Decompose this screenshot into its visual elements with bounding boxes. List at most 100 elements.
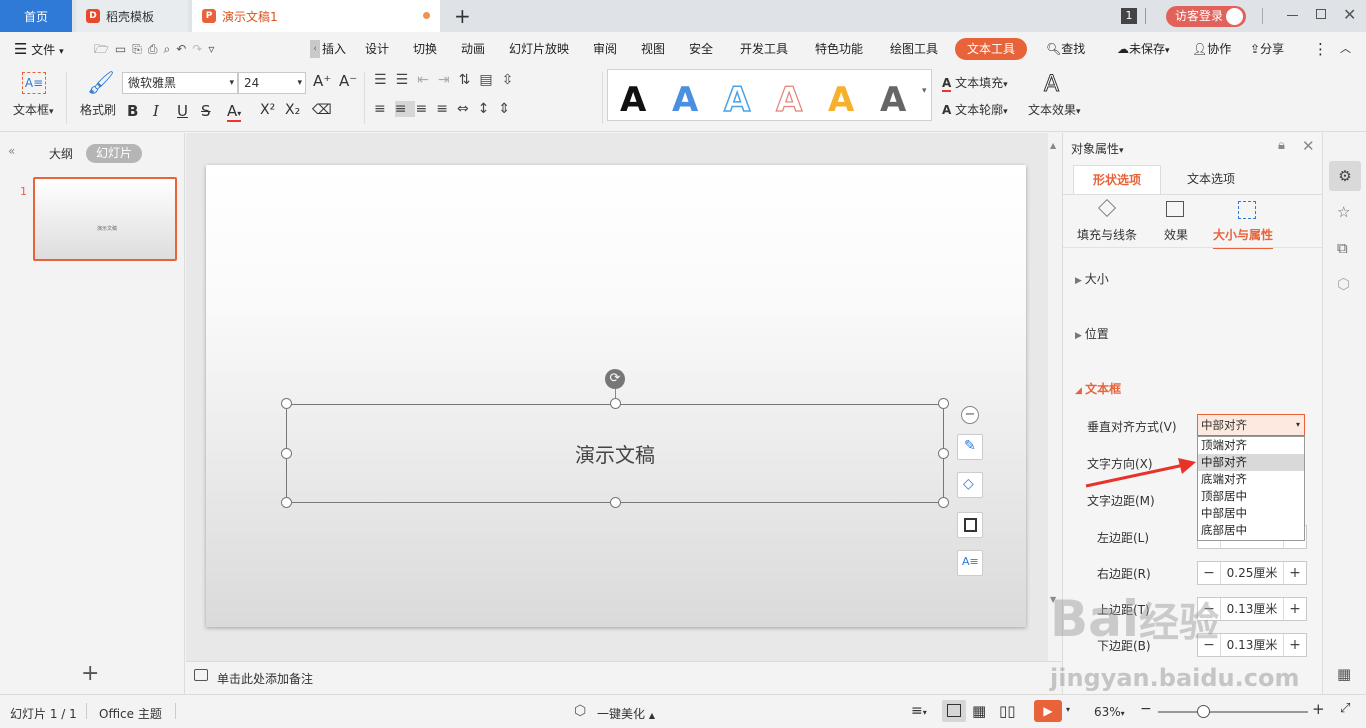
- notes-toggle-icon[interactable]: ≡▾: [911, 703, 927, 719]
- close-panel-icon[interactable]: ✕: [1302, 137, 1315, 155]
- resize-handle[interactable]: [281, 497, 292, 508]
- style-blue-outline-icon[interactable]: A: [723, 79, 751, 121]
- section-position[interactable]: ▶ 位置: [1075, 325, 1109, 342]
- zoom-out-icon[interactable]: −: [1140, 701, 1152, 717]
- resize-handle[interactable]: [938, 398, 949, 409]
- text-style-gallery[interactable]: A A A A A A ▾: [607, 69, 932, 121]
- tab-document[interactable]: P 演示文稿1: [192, 0, 440, 32]
- tab-text-options[interactable]: 文本选项: [1161, 165, 1261, 195]
- play-options-icon[interactable]: ▾: [1066, 705, 1070, 714]
- fit-window-icon[interactable]: ⤢: [1340, 701, 1350, 716]
- share-button[interactable]: ⇪分享: [1250, 32, 1284, 66]
- valign-dropdown-list[interactable]: 顶端对齐 中部对齐 底端对齐 顶部居中 中部居中 底部居中: [1197, 436, 1305, 541]
- textbox-button[interactable]: 文本框▾: [13, 101, 54, 118]
- sorter-view-icon[interactable]: ▦: [972, 702, 986, 720]
- section-textbox[interactable]: ◢ 文本框: [1075, 380, 1121, 397]
- selected-textbox[interactable]: 演示文稿: [286, 404, 944, 503]
- save-icon[interactable]: ▭: [115, 42, 132, 56]
- font-family-select[interactable]: 微软雅黑 ▾: [122, 72, 238, 94]
- align-right-icon[interactable]: ≡: [415, 101, 436, 117]
- decrement-button[interactable]: −: [1198, 565, 1220, 581]
- search-button[interactable]: 🔍︎查找: [1046, 32, 1085, 66]
- menu-design[interactable]: 设计: [365, 32, 389, 66]
- rotate-handle-icon[interactable]: ⟳: [605, 369, 625, 389]
- align-tools[interactable]: ≡≡≡≡⇔↕⇕: [374, 101, 519, 117]
- slide-thumbnail[interactable]: 演示文稿: [33, 177, 177, 261]
- menu-insert[interactable]: 插入: [322, 32, 346, 66]
- style-orange-icon[interactable]: A: [828, 80, 854, 120]
- sub-tab-size[interactable]: 大小与属性: [1213, 226, 1274, 249]
- open-icon[interactable]: 🗁: [94, 42, 115, 56]
- increment-button[interactable]: +: [1284, 565, 1306, 581]
- theme-name[interactable]: Office 主题: [99, 705, 162, 722]
- bottom-margin-value[interactable]: 0.13厘米: [1220, 634, 1284, 656]
- normal-view-button[interactable]: [942, 700, 966, 722]
- resize-handle[interactable]: [938, 497, 949, 508]
- window-count-badge[interactable]: 1: [1121, 8, 1137, 24]
- italic-icon[interactable]: I: [153, 102, 159, 120]
- increment-button[interactable]: +: [1284, 601, 1306, 617]
- valign-option[interactable]: 顶部居中: [1198, 488, 1304, 505]
- collapse-panel-icon[interactable]: «: [8, 144, 15, 158]
- align-text-icon[interactable]: ⇳: [502, 72, 523, 88]
- star-animation-icon[interactable]: ☆: [1337, 203, 1350, 221]
- preview-icon[interactable]: ⌕: [163, 42, 176, 56]
- style-gray-icon[interactable]: A: [880, 80, 906, 120]
- slide-title-text[interactable]: 演示文稿: [287, 405, 943, 502]
- sub-tab-fill[interactable]: 填充与线条: [1077, 226, 1137, 243]
- menu-transition[interactable]: 切换: [413, 32, 437, 66]
- panel-title[interactable]: 对象属性▾: [1071, 140, 1124, 157]
- strikethrough-icon[interactable]: S: [201, 102, 211, 120]
- tab-template[interactable]: D 稻壳模板: [76, 0, 188, 32]
- text-wrap-button[interactable]: A≡: [957, 550, 983, 576]
- collab-button[interactable]: 👤︎协作: [1192, 32, 1231, 66]
- tab-outline[interactable]: 大纲: [49, 145, 73, 162]
- columns-icon[interactable]: ▤: [479, 72, 501, 88]
- resize-handle[interactable]: [938, 448, 949, 459]
- valign-option[interactable]: 顶端对齐: [1198, 437, 1304, 454]
- file-menu[interactable]: ☰ 文件 ▾: [14, 32, 64, 66]
- menu-developer[interactable]: 开发工具: [740, 32, 788, 66]
- section-size[interactable]: ▶ 大小: [1075, 270, 1109, 287]
- reading-view-icon[interactable]: ▯▯: [999, 702, 1016, 720]
- style-red-outline-icon[interactable]: A: [775, 79, 803, 120]
- resize-handle[interactable]: [610, 398, 621, 409]
- decrease-font-icon[interactable]: A⁻: [339, 72, 357, 90]
- cloud-save-button[interactable]: ☁未保存▾: [1117, 32, 1170, 66]
- zoom-in-icon[interactable]: +: [1312, 700, 1325, 718]
- valign-option[interactable]: 底部居中: [1198, 522, 1304, 539]
- top-margin-value[interactable]: 0.13厘米: [1220, 598, 1284, 620]
- paragraph-spacing-icon[interactable]: ⇕: [498, 101, 519, 117]
- more-options-icon[interactable]: ⋮: [1313, 32, 1328, 66]
- menu-slideshow[interactable]: 幻灯片放映: [509, 32, 569, 66]
- minimize-icon[interactable]: [1287, 15, 1298, 16]
- resize-handle[interactable]: [281, 448, 292, 459]
- menu-animation[interactable]: 动画: [461, 32, 485, 66]
- print-icon[interactable]: ⎙: [148, 42, 164, 56]
- restore-icon[interactable]: [1316, 9, 1326, 19]
- shape-style-button[interactable]: ✎: [957, 434, 983, 460]
- resize-handle[interactable]: [610, 497, 621, 508]
- beautify-button[interactable]: 一键美化 ▲: [597, 705, 655, 722]
- menu-view[interactable]: 视图: [641, 32, 665, 66]
- text-outline-button[interactable]: A 文本轮廓▾: [942, 101, 1008, 118]
- play-slideshow-button[interactable]: ▶: [1034, 700, 1062, 722]
- increase-font-icon[interactable]: A⁺: [313, 72, 331, 90]
- more-icon[interactable]: ▿: [208, 42, 220, 56]
- increment-button[interactable]: +: [1284, 637, 1306, 653]
- bold-icon[interactable]: B: [127, 102, 138, 120]
- redo-icon[interactable]: ↷: [192, 42, 208, 56]
- menu-review[interactable]: 审阅: [593, 32, 617, 66]
- text-direction-icon[interactable]: ⇅: [459, 72, 480, 88]
- justify-icon[interactable]: ≡: [436, 101, 457, 117]
- line-spacing-icon[interactable]: ↕: [478, 101, 499, 117]
- resize-handle[interactable]: [281, 398, 292, 409]
- lock-icon[interactable]: 🔒︎: [1278, 138, 1285, 153]
- indent-icon[interactable]: ⇥: [438, 72, 459, 88]
- text-effect-icon[interactable]: A: [1043, 72, 1059, 98]
- tab-slides[interactable]: 幻灯片: [86, 144, 142, 163]
- zoom-slider-track[interactable]: [1158, 711, 1308, 713]
- zoom-slider-thumb[interactable]: [1197, 705, 1210, 718]
- format-painter-icon[interactable]: 🖌︎: [87, 71, 115, 96]
- font-color-icon[interactable]: A▾: [227, 102, 242, 122]
